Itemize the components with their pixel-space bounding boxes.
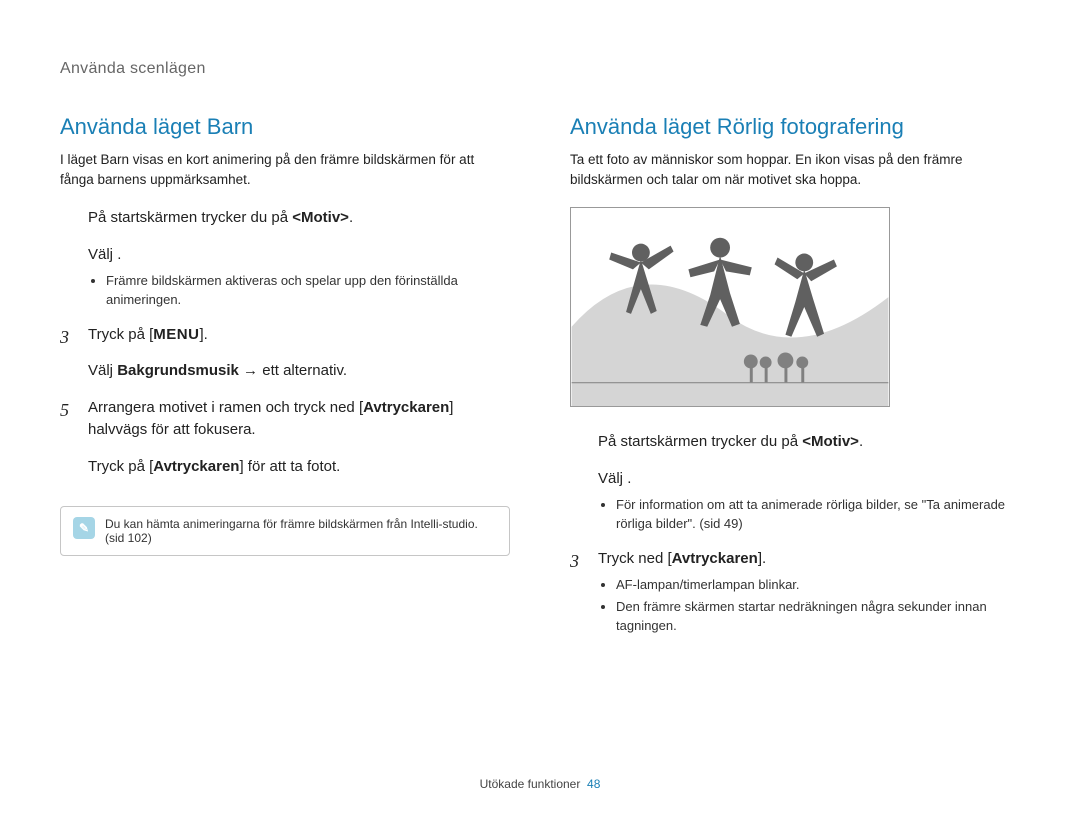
text: . <box>117 246 121 263</box>
text: . <box>349 209 353 226</box>
page-number: 48 <box>587 777 600 791</box>
text: Tryck på [ <box>88 458 153 475</box>
text: . <box>859 433 863 450</box>
jumping-people-illustration <box>570 207 890 407</box>
bold-word: Bakgrundsmusik <box>117 362 239 379</box>
sub-bullets: AF-lampan/timerlampan blinkar. Den främr… <box>608 576 1020 636</box>
right-column: Använda läget Rörlig fotografering Ta et… <box>570 114 1020 650</box>
bullet: Främre bildskärmen aktiveras och spelar … <box>106 272 510 310</box>
right-steps: 1 På startskärmen trycker du på <Motiv>.… <box>570 431 1020 636</box>
right-step-2: 2 Välj . För information om att ta anime… <box>570 468 1020 534</box>
right-intro: Ta ett foto av människor som hoppar. En … <box>570 150 1020 189</box>
sub-bullets: För information om att ta animerade rörl… <box>608 496 1020 534</box>
step-number: 3 <box>570 548 579 575</box>
motiv-keyword: <Motiv> <box>802 433 859 450</box>
text: ] för att ta fotot. <box>239 458 340 475</box>
left-step-5: 5 Arrangera motivet i ramen och tryck ne… <box>60 397 510 442</box>
right-step-3: 3 Tryck ned [Avtryckaren]. AF-lampan/tim… <box>570 548 1020 636</box>
breadcrumb: Använda scenlägen <box>60 60 1020 78</box>
left-column: Använda läget Barn I läget Barn visas en… <box>60 114 510 650</box>
text: Välj <box>88 246 117 263</box>
shutter-keyword: Avtryckaren <box>153 458 239 475</box>
left-steps: 1 På startskärmen trycker du på <Motiv>.… <box>60 207 510 478</box>
arrow-icon: → <box>239 362 262 379</box>
bullet: AF-lampan/timerlampan blinkar. <box>616 576 1020 595</box>
menu-keyword: MENU <box>153 326 199 343</box>
content-columns: Använda läget Barn I läget Barn visas en… <box>60 114 1020 650</box>
left-step-6: 6 Tryck på [Avtryckaren] för att ta foto… <box>60 456 510 479</box>
left-step-3: 3 Tryck på [MENU]. <box>60 324 510 347</box>
text: På startskärmen trycker du på <box>598 433 802 450</box>
right-heading: Använda läget Rörlig fotografering <box>570 114 1020 140</box>
text: Tryck ned [ <box>598 550 672 567</box>
text: Arrangera motivet i ramen och tryck ned … <box>88 399 363 416</box>
text: På startskärmen trycker du på <box>88 209 292 226</box>
sub-bullets: Främre bildskärmen aktiveras och spelar … <box>98 272 510 310</box>
left-step-4: 4 Välj Bakgrundsmusik → ett alternativ. <box>60 360 510 383</box>
illustration-svg <box>571 208 889 406</box>
left-heading: Använda läget Barn <box>60 114 510 140</box>
text: ]. <box>758 550 766 567</box>
bullet: Den främre skärmen startar nedräkningen … <box>616 598 1020 636</box>
motiv-keyword: <Motiv> <box>292 209 349 226</box>
footer-label: Utökade funktioner <box>480 777 581 791</box>
left-step-1: 1 På startskärmen trycker du på <Motiv>. <box>60 207 510 230</box>
step-number: 5 <box>60 397 69 424</box>
text: Välj <box>598 470 627 487</box>
text: ]. <box>199 326 207 343</box>
shutter-keyword: Avtryckaren <box>672 550 758 567</box>
left-step-2: 2 Välj . Främre bildskärmen aktiveras oc… <box>60 244 510 310</box>
note-info-icon: ✎ <box>73 517 95 539</box>
step-number: 3 <box>60 324 69 351</box>
text: . <box>627 470 631 487</box>
bullet: För information om att ta animerade rörl… <box>616 496 1020 534</box>
text: ett alternativ. <box>262 362 347 379</box>
right-step-1: 1 På startskärmen trycker du på <Motiv>. <box>570 431 1020 454</box>
note-box: ✎ Du kan hämta animeringarna för främre … <box>60 506 510 556</box>
text: Tryck på [ <box>88 326 153 343</box>
page-footer: Utökade funktioner 48 <box>0 777 1080 791</box>
text: Välj <box>88 362 117 379</box>
note-text: Du kan hämta animeringarna för främre bi… <box>105 517 497 545</box>
left-intro: I läget Barn visas en kort animering på … <box>60 150 510 189</box>
shutter-keyword: Avtryckaren <box>363 399 449 416</box>
